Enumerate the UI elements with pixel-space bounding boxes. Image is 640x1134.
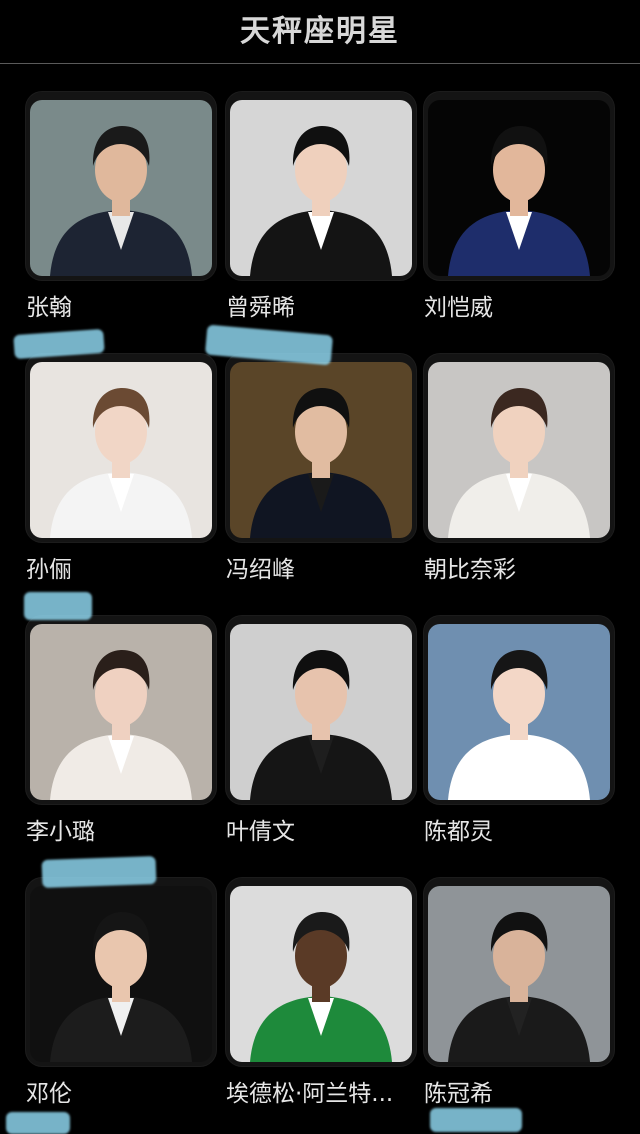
celebrity-name[interactable]: 陈都灵 (424, 812, 624, 846)
photo-frame (424, 878, 614, 1066)
smudge-mark (430, 1108, 522, 1132)
celebrity-card[interactable]: 埃德松·阿兰特... (226, 878, 426, 1118)
photo-frame (26, 354, 216, 542)
celebrity-name[interactable]: 张翰 (26, 288, 226, 322)
celebrity-photo[interactable] (30, 886, 212, 1062)
celebrity-photo[interactable] (30, 100, 212, 276)
photo-frame (26, 878, 216, 1066)
celebrity-name[interactable]: 叶倩文 (226, 812, 426, 846)
celebrity-name[interactable]: 李小璐 (26, 812, 226, 846)
celebrity-name[interactable]: 朝比奈彩 (424, 550, 624, 584)
photo-frame (226, 354, 416, 542)
celebrity-card[interactable]: 刘恺威 (424, 92, 624, 332)
celebrity-card[interactable]: 陈冠希 (424, 878, 624, 1118)
celebrity-photo[interactable] (30, 624, 212, 800)
celebrity-name[interactable]: 孙俪 (26, 550, 226, 584)
celebrity-photo[interactable] (428, 100, 610, 276)
celebrity-photo[interactable] (30, 362, 212, 538)
celebrity-card[interactable]: 李小璐 (26, 616, 226, 856)
celebrity-photo[interactable] (230, 100, 412, 276)
celebrity-card[interactable]: 冯绍峰 (226, 354, 426, 594)
photo-frame (424, 616, 614, 804)
celebrity-photo[interactable] (428, 624, 610, 800)
smudge-mark (24, 592, 92, 620)
celebrity-name[interactable]: 邓伦 (26, 1074, 226, 1108)
celebrity-name[interactable]: 曾舜晞 (226, 288, 426, 322)
celebrity-photo[interactable] (428, 886, 610, 1062)
celebrity-card[interactable]: 陈都灵 (424, 616, 624, 856)
celebrity-photo[interactable] (230, 624, 412, 800)
photo-frame (424, 92, 614, 280)
photo-frame (26, 616, 216, 804)
smudge-mark (41, 856, 157, 888)
celebrity-name[interactable]: 刘恺威 (424, 288, 624, 322)
celebrity-card[interactable]: 曾舜晞 (226, 92, 426, 332)
celebrity-photo[interactable] (230, 362, 412, 538)
photo-frame (424, 354, 614, 542)
celebrity-photo[interactable] (428, 362, 610, 538)
celebrity-card[interactable]: 叶倩文 (226, 616, 426, 856)
celebrity-photo[interactable] (230, 886, 412, 1062)
celebrity-name[interactable]: 埃德松·阿兰特... (226, 1074, 426, 1108)
celebrity-name[interactable]: 冯绍峰 (226, 550, 426, 584)
celebrity-card[interactable]: 朝比奈彩 (424, 354, 624, 594)
celebrity-card[interactable]: 孙俪 (26, 354, 226, 594)
photo-frame (26, 92, 216, 280)
smudge-mark (6, 1112, 70, 1134)
celebrity-card[interactable]: 邓伦 (26, 878, 226, 1118)
photo-frame (226, 878, 416, 1066)
celebrity-grid: 张翰 曾舜晞 刘恺威孙俪 冯绍峰 朝比奈彩李小璐 叶倩文 陈都灵邓伦 埃德松·阿兰特... 陈冠… (0, 0, 640, 1134)
photo-frame (226, 616, 416, 804)
celebrity-name[interactable]: 陈冠希 (424, 1074, 624, 1108)
celebrity-card[interactable]: 张翰 (26, 92, 226, 332)
photo-frame (226, 92, 416, 280)
